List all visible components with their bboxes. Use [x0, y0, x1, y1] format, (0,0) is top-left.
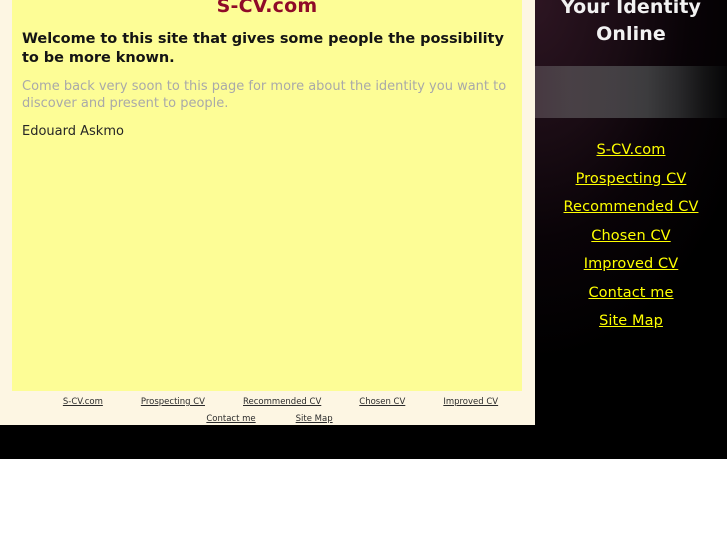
side-panel-nav: S-CV.com Prospecting CV Recommended CV C…: [535, 136, 727, 336]
side-panel-decorative-band: [535, 66, 727, 118]
sidebar-item-contact-me[interactable]: Contact me: [535, 279, 727, 308]
sidebar-item-recommended-cv[interactable]: Recommended CV: [535, 193, 727, 222]
sidebar-item-chosen-cv[interactable]: Chosen CV: [535, 222, 727, 251]
footer-link-prospecting-cv[interactable]: Prospecting CV: [141, 396, 205, 408]
page-blank-area: [0, 459, 727, 545]
page-title: S-CV.com: [216, 0, 318, 17]
footer-link-recommended-cv[interactable]: Recommended CV: [243, 396, 321, 408]
footer-link-contact-me[interactable]: Contact me: [206, 413, 255, 425]
sidebar-item-improved-cv[interactable]: Improved CV: [535, 250, 727, 279]
welcome-heading: Welcome to this site that gives some peo…: [22, 31, 504, 66]
sidebar-item-site-map[interactable]: Site Map: [535, 307, 727, 336]
footer-nav: S-CV.com Prospecting CV Recommended CV C…: [0, 391, 535, 425]
author-signature: Edouard Askmo: [22, 124, 124, 139]
main-column: S-CV.com Welcome to this site that gives…: [0, 0, 535, 425]
footer-link-improved-cv[interactable]: Improved CV: [443, 396, 498, 408]
page-root: S-CV.com Welcome to this site that gives…: [0, 0, 727, 545]
footer-link-chosen-cv[interactable]: Chosen CV: [359, 396, 405, 408]
sidebar-item-prospecting-cv[interactable]: Prospecting CV: [535, 165, 727, 194]
footer-nav-row-1: S-CV.com Prospecting CV Recommended CV C…: [0, 396, 535, 408]
footer-link-s-cv[interactable]: S-CV.com: [63, 396, 103, 408]
side-panel: Your Identity Online S-CV.com Prospectin…: [535, 0, 727, 425]
footer-link-site-map[interactable]: Site Map: [296, 413, 333, 425]
bottom-bar: [0, 425, 727, 459]
sidebar-item-s-cv[interactable]: S-CV.com: [535, 136, 727, 165]
side-panel-heading: Your Identity Online: [560, 0, 702, 45]
intro-paragraph: Come back very soon to this page for mor…: [22, 79, 507, 111]
footer-nav-row-2: Contact me Site Map: [0, 413, 535, 425]
content-box: S-CV.com Welcome to this site that gives…: [12, 0, 522, 391]
